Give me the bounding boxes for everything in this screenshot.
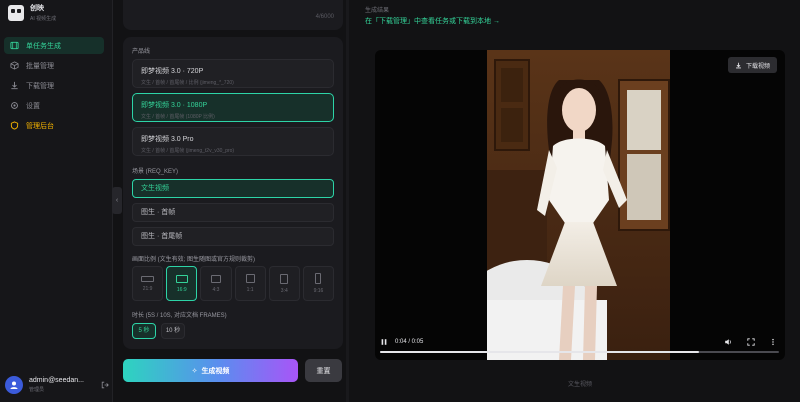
ratio-selector: 21:9 16:9 4:3 1:1 3:4 9:16 [132, 266, 335, 301]
model-desc: 文生 / 首帧 / 首尾帧 (jimeng_t2v_v30_pro) [141, 148, 235, 154]
generation-settings-panel: 产品线 即梦视频 3.0 · 720P 文生 / 首帧 / 首尾帧 / 比例 (… [123, 37, 343, 349]
chevron-left-icon: ‹ [115, 197, 119, 204]
fullscreen-icon[interactable] [747, 338, 755, 346]
ratio-option-9-16[interactable]: 9:16 [302, 266, 335, 301]
avatar [5, 376, 23, 394]
ratio-option-3-4[interactable]: 3:4 [268, 266, 300, 301]
video-frame [487, 50, 670, 360]
model-desc: 文生 / 首帧 / 首尾帧 (1080P 比例) [141, 114, 215, 120]
duration-section-label: 时长 (5S / 10S, 对应文档 FRAMES) [132, 313, 227, 319]
sidebar-nav: 单任务生成 批量管理 下载管理 设置 管理后台 [4, 37, 104, 137]
reset-button[interactable]: 重置 [305, 359, 342, 382]
panel-divider [346, 0, 349, 402]
ratio-label: 21:9 [142, 285, 153, 292]
gear-icon [10, 101, 19, 110]
video-controls: 0:04 / 0:05 [375, 334, 785, 360]
ratio-shape-icon [245, 274, 255, 283]
sidebar-item-label: 管理后台 [26, 122, 54, 130]
download-icon [10, 81, 19, 90]
ratio-label: 4:3 [212, 286, 220, 293]
model-title: 即梦视频 3.0 · 1080P [141, 102, 208, 109]
ratio-label: 9:16 [313, 288, 324, 294]
sidebar-item-single-task[interactable]: 单任务生成 [4, 37, 104, 54]
cube-icon [10, 61, 19, 70]
brand: 创映 AI 视频生成 [8, 3, 56, 22]
sidebar: 创映 AI 视频生成 单任务生成 批量管理 下载管理 设置 管理后台 admin… [0, 0, 113, 402]
user-role: 管理员 [29, 387, 45, 393]
scene-option-first-last-frame[interactable]: 图生 · 首尾帧 [132, 227, 334, 246]
ratio-option-4-3[interactable]: 4:3 [200, 266, 232, 301]
scene-section-label: 场景 (REQ_KEY) [132, 169, 179, 175]
user-profile[interactable]: admin@seedan... 管理员 [5, 376, 109, 394]
pause-icon[interactable] [380, 338, 388, 346]
brand-name: 创映 [30, 5, 44, 12]
sidebar-item-batch[interactable]: 批量管理 [4, 57, 104, 74]
ratio-label: 1:1 [246, 287, 254, 293]
user-icon [10, 381, 18, 389]
download-manager-link[interactable]: 在「下载管理」中查看任务或下载到本地 → [365, 16, 500, 26]
ratio-shape-icon [315, 273, 322, 284]
sidebar-item-label: 批量管理 [26, 62, 54, 70]
app-logo [8, 4, 24, 21]
model-option-1080p[interactable]: 即梦视频 3.0 · 1080P 文生 / 首帧 / 首尾帧 (1080P 比例… [132, 93, 334, 122]
download-label: 下载视频 [745, 63, 770, 70]
volume-icon[interactable] [724, 338, 732, 346]
sparkle-icon: ✧ [191, 367, 198, 375]
result-title: 生成结果 [365, 8, 390, 14]
app-window: 创映 AI 视频生成 单任务生成 批量管理 下载管理 设置 管理后台 admin… [0, 0, 800, 402]
ratio-shape-icon [210, 274, 221, 283]
char-count: 4/6000 [315, 14, 334, 20]
ratio-shape-icon [141, 275, 155, 282]
model-option-pro[interactable]: 即梦视频 3.0 Pro 文生 / 首帧 / 首尾帧 (jimeng_t2v_v… [132, 127, 334, 156]
sidebar-item-settings[interactable]: 设置 [4, 97, 104, 114]
model-option-720p[interactable]: 即梦视频 3.0 · 720P 文生 / 首帧 / 首尾帧 / 比例 (jime… [132, 59, 334, 88]
video-caption: 文生视频 [568, 382, 593, 388]
sidebar-item-admin[interactable]: 管理后台 [4, 117, 104, 134]
ratio-label: 3:4 [280, 287, 288, 294]
ratio-option-21-9[interactable]: 21:9 [132, 266, 164, 301]
generate-video-button[interactable]: ✧ 生成视频 [123, 359, 298, 382]
sidebar-collapse-button[interactable]: ‹ [112, 187, 122, 214]
ratio-label: 16:9 [176, 286, 187, 293]
sidebar-item-label: 设置 [26, 102, 40, 110]
sidebar-item-label: 单任务生成 [26, 42, 61, 50]
video-still-image [487, 50, 670, 360]
ratio-shape-icon [175, 274, 188, 283]
video-progress-bar[interactable] [380, 351, 779, 353]
shield-icon [10, 121, 19, 130]
ratio-shape-icon [280, 273, 289, 284]
ratio-section-label: 画面比例 (文生有效; 图生随图或官方规则裁剪) [132, 257, 255, 263]
logout-icon[interactable] [101, 381, 109, 389]
ratio-option-1-1[interactable]: 1:1 [234, 266, 266, 301]
sidebar-item-downloads[interactable]: 下载管理 [4, 77, 104, 94]
film-icon [10, 41, 19, 50]
download-icon [736, 62, 741, 68]
user-name: admin@seedan... [29, 377, 84, 384]
model-title: 即梦视频 3.0 · 720P [141, 68, 204, 75]
video-time: 0:04 / 0:05 [395, 339, 424, 345]
sidebar-item-label: 下载管理 [26, 82, 54, 90]
more-options-icon[interactable] [769, 338, 777, 346]
model-section-label: 产品线 [132, 49, 151, 55]
duration-option-10s[interactable]: 10 秒 [161, 323, 185, 339]
generate-label: 生成视频 [201, 367, 230, 375]
duration-option-5s[interactable]: 5 秒 [132, 323, 156, 339]
brand-subtitle: AI 视频生成 [30, 16, 57, 22]
scene-option-first-frame[interactable]: 图生 · 首帧 [132, 203, 334, 222]
model-title: 即梦视频 3.0 Pro [141, 136, 194, 143]
ratio-option-16-9[interactable]: 16:9 [166, 266, 198, 301]
prompt-area: 4/6000 [123, 0, 343, 30]
model-desc: 文生 / 首帧 / 首尾帧 / 比例 (jimeng_*_720) [141, 80, 234, 86]
scene-option-text-to-video[interactable]: 文生视频 [132, 179, 334, 198]
video-player[interactable]: 下载视频 0:04 / 0:05 [375, 50, 785, 360]
video-progress-fill [380, 351, 700, 353]
download-video-button[interactable]: 下载视频 [727, 57, 777, 73]
